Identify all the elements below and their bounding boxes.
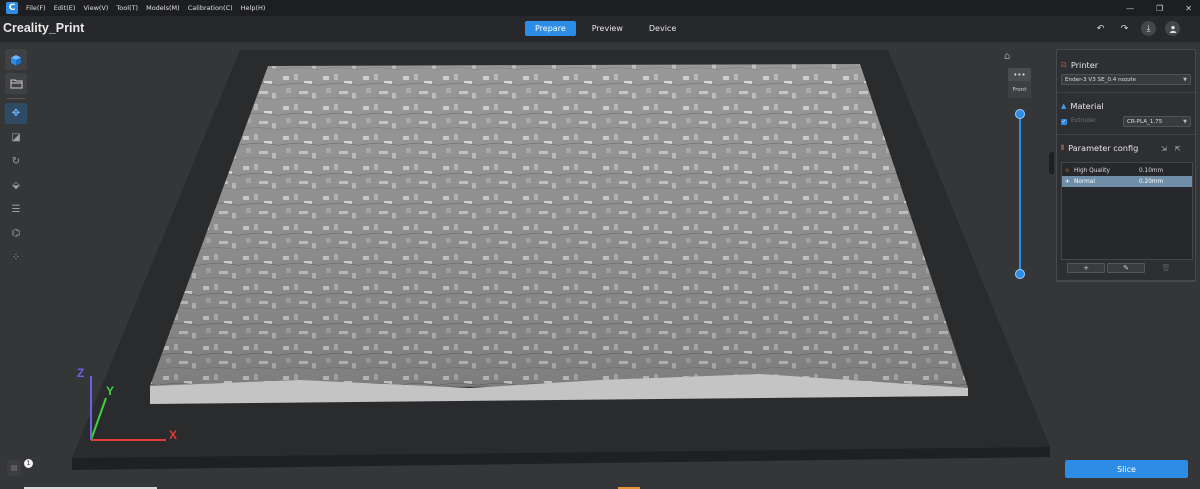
folder-icon xyxy=(10,79,22,89)
menu-help[interactable]: Help(H) xyxy=(241,4,266,12)
export-config-icon[interactable]: ⇱ xyxy=(1175,145,1181,153)
printer-section-title: Printer xyxy=(1070,60,1099,70)
title-bar: Creality_Print Prepare Preview Device ↶ … xyxy=(0,16,1200,42)
layers-icon: ☰ xyxy=(11,204,21,215)
material-section-header: ▲ Material xyxy=(1061,101,1104,111)
rocket-icon: ✈ xyxy=(1065,178,1070,185)
open-file-button[interactable] xyxy=(5,73,27,94)
move-icon: ✥ xyxy=(11,108,21,119)
menu-calibration[interactable]: Calibration(C) xyxy=(188,4,233,12)
cube-icon xyxy=(11,54,21,65)
x-axis-label: X xyxy=(169,428,178,442)
printer-icon: ⊡ xyxy=(1061,61,1067,69)
menu-tool[interactable]: Tool(T) xyxy=(116,4,138,12)
menu-file[interactable]: File(F) xyxy=(26,4,46,12)
rotate-icon: ↻ xyxy=(11,156,21,167)
main-tabs: Prepare Preview Device xyxy=(525,21,686,36)
material-icon: ▲ xyxy=(1061,102,1067,110)
printer-select[interactable]: Ender-3 V3 SE_0.4 nozzle ▼ xyxy=(1061,74,1191,85)
star-icon: ✩ xyxy=(1065,167,1070,174)
y-axis-label: Y xyxy=(106,384,115,398)
rotate-tool-button[interactable]: ↻ xyxy=(5,151,27,172)
layer-slider-track[interactable] xyxy=(1019,112,1021,272)
menu-view[interactable]: View(V) xyxy=(83,4,108,12)
minimize-icon[interactable]: — xyxy=(1126,4,1134,13)
left-toolbar: ✥ ◪ ↻ ⬙ ☰ ⌬ ⁘ xyxy=(4,49,28,271)
preset-list: ✩ High Quality 0.10mm ✈ Normal 0.20mm xyxy=(1061,162,1193,260)
layers-tool-button[interactable]: ☰ xyxy=(5,199,27,220)
view-cube-top[interactable]: ••• xyxy=(1008,68,1031,81)
view-cube[interactable]: ••• Front xyxy=(1008,68,1031,100)
tab-prepare[interactable]: Prepare xyxy=(525,21,576,36)
material-select[interactable]: CR-PLA_1.75 ▼ xyxy=(1123,116,1191,127)
menu-bar: C File(F) Edit(E) View(V) Tool(T) Models… xyxy=(0,0,1200,16)
toolbar-divider xyxy=(7,98,25,99)
settings-panel: ⊡ Printer Ender-3 V3 SE_0.4 nozzle ▼ ▲ M… xyxy=(1056,49,1196,281)
edit-preset-button[interactable]: ✎ xyxy=(1107,263,1145,273)
parameter-config-title: Parameter config xyxy=(1068,143,1139,153)
view-cube-front[interactable]: Front xyxy=(1008,81,1031,98)
add-preset-button[interactable]: + xyxy=(1067,263,1105,273)
preset-row-high-quality[interactable]: ✩ High Quality 0.10mm xyxy=(1062,165,1192,176)
preset-name: Normal xyxy=(1074,178,1095,185)
lay-flat-icon: ⬙ xyxy=(12,180,20,191)
z-axis-label: Z xyxy=(77,366,85,380)
maximize-icon[interactable]: ❐ xyxy=(1156,4,1163,13)
layer-slider-top-handle[interactable] xyxy=(1015,109,1025,119)
account-icon[interactable] xyxy=(1165,21,1180,36)
download-icon[interactable]: ⤓ xyxy=(1141,21,1156,36)
preset-value: 0.10mm xyxy=(1139,167,1164,174)
home-view-icon[interactable]: ⌂ xyxy=(1004,51,1010,62)
panel-bottom-edge xyxy=(1056,280,1196,282)
tab-preview[interactable]: Preview xyxy=(582,21,633,36)
close-icon[interactable]: ✕ xyxy=(1185,4,1192,13)
tab-device[interactable]: Device xyxy=(639,21,686,36)
printer-section-header: ⊡ Printer xyxy=(1061,60,1098,70)
support-icon: ⌬ xyxy=(11,228,21,239)
window-controls: — ❐ ✕ xyxy=(1126,0,1192,16)
move-tool-button[interactable]: ✥ xyxy=(5,103,27,124)
top-actions: ↶ ↷ ⤓ xyxy=(1093,21,1180,36)
slice-button[interactable]: Slice xyxy=(1065,460,1188,478)
scale-icon: ◪ xyxy=(11,132,21,143)
parameter-config-header: ⦀ Parameter config xyxy=(1061,143,1138,153)
delete-preset-button[interactable]: 🗑 xyxy=(1147,263,1185,273)
material-select-value: CR-PLA_1.75 xyxy=(1127,118,1163,125)
preset-name: High Quality xyxy=(1074,167,1110,174)
preset-row-normal[interactable]: ✈ Normal 0.20mm xyxy=(1062,176,1192,187)
lay-flat-tool-button[interactable]: ⬙ xyxy=(5,175,27,196)
section-divider xyxy=(1057,92,1195,93)
material-section-title: Material xyxy=(1070,101,1104,111)
undo-icon[interactable]: ↶ xyxy=(1093,21,1108,36)
layer-slider-bottom-handle[interactable] xyxy=(1015,269,1025,279)
chevron-down-icon: ▼ xyxy=(1183,119,1187,125)
panel-collapse-handle[interactable] xyxy=(1049,152,1054,174)
app-title: Creality_Print xyxy=(3,21,85,35)
user-icon xyxy=(1169,25,1176,33)
terrain-shading xyxy=(150,64,968,388)
redo-icon[interactable]: ↷ xyxy=(1117,21,1132,36)
notification-badge[interactable]: 1 xyxy=(24,459,33,468)
menu-models[interactable]: Models(M) xyxy=(146,4,180,12)
object-list-icon[interactable]: ▤ xyxy=(7,460,21,476)
import-config-icon[interactable]: ⇲ xyxy=(1161,145,1167,153)
extruder-checkbox[interactable]: ✓ xyxy=(1061,119,1067,125)
section-divider xyxy=(1057,134,1195,135)
add-model-button[interactable] xyxy=(5,49,27,70)
parameter-config-icon: ⦀ xyxy=(1061,143,1065,152)
arrange-icon: ⁘ xyxy=(11,252,21,263)
parameter-config-actions: ⇲ ⇱ xyxy=(1161,145,1181,153)
printer-select-value: Ender-3 V3 SE_0.4 nozzle xyxy=(1065,76,1136,83)
preset-value: 0.20mm xyxy=(1139,178,1164,185)
extruder-label: Extruder xyxy=(1071,118,1097,124)
scale-tool-button[interactable]: ◪ xyxy=(5,127,27,148)
support-tool-button[interactable]: ⌬ xyxy=(5,223,27,244)
arrange-tool-button[interactable]: ⁘ xyxy=(5,247,27,268)
chevron-down-icon: ▼ xyxy=(1183,77,1187,83)
menu-edit[interactable]: Edit(E) xyxy=(54,4,76,12)
app-logo-icon: C xyxy=(6,2,18,14)
